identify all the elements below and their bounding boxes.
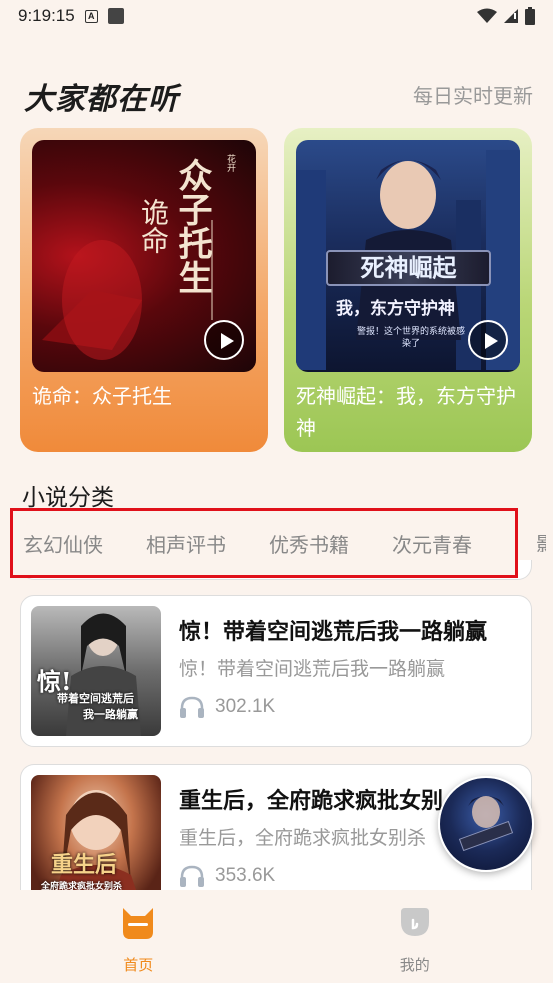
cover-small-text: 花开 xyxy=(225,154,235,172)
profile-icon xyxy=(400,908,429,936)
section-subtitle: 每日实时更新 xyxy=(413,84,533,108)
bottom-nav: 首页 我的 xyxy=(0,890,553,983)
book-cover: 重生后 全府跪求疯批女别杀 xyxy=(31,775,161,904)
category-tab[interactable]: 玄幻仙侠 xyxy=(23,529,146,558)
play-count-value: 353.6K xyxy=(215,865,276,886)
cover-line2-text: 我一路躺赢 xyxy=(83,708,138,721)
featured-title: 死神崛起：我，东方守护神 xyxy=(296,384,516,440)
category-tab[interactable]: 相声评书 xyxy=(146,529,269,558)
nav-home-label: 首页 xyxy=(123,956,154,974)
status-bar: 9:19:15 A xyxy=(0,0,553,32)
play-count-value: 302.1K xyxy=(215,696,276,717)
cover-tiny-text: 警报！这个世界的系统被感染了 xyxy=(356,327,465,349)
nav-mine[interactable]: 我的 xyxy=(277,890,553,983)
signal-icon xyxy=(504,9,518,23)
notification-square-icon xyxy=(107,8,124,24)
featured-card[interactable]: 众子托生 诡命 花开 诡命：众子托生 xyxy=(20,128,268,452)
category-tab-overflow[interactable]: 影 xyxy=(536,528,546,552)
book-cover: 死神崛起 我，东方守护神 警报！这个世界的系统被感染了 xyxy=(296,140,520,372)
book-subtitle: 重生后，全府跪求疯批女别杀 xyxy=(179,827,427,849)
book-title: 重生后，全府跪求疯批女别 xyxy=(179,789,444,814)
headphones-icon xyxy=(180,865,204,887)
play-button[interactable] xyxy=(468,320,508,360)
book-cover: 惊! 带着空间逃荒后 我一路躺赢 xyxy=(31,606,161,736)
book-title: 惊！带着空间逃荒后我一路躺赢 xyxy=(179,620,488,645)
nav-mine-label: 我的 xyxy=(399,956,430,974)
cover-banner: 死神崛起 xyxy=(326,250,491,286)
category-tab[interactable]: 次元青春 xyxy=(392,529,515,558)
cover-title-main: 众子托生 xyxy=(172,158,212,294)
notification-a-icon: A xyxy=(84,9,98,23)
featured-card[interactable]: 死神崛起 我，东方守护神 警报！这个世界的系统被感染了 死神崛起：我，东方守护神 xyxy=(284,128,532,452)
battery-icon xyxy=(525,7,535,25)
category-heading: 小说分类 xyxy=(22,485,114,511)
cover-line-text: 带着空间逃荒后 xyxy=(57,692,134,705)
book-list-item[interactable]: 惊! 带着空间逃荒后 我一路躺赢 惊！带着空间逃荒后我一路躺赢 惊！带着空间逃荒… xyxy=(20,595,532,747)
cover-big-text: 重生后 xyxy=(51,852,118,878)
wifi-icon xyxy=(477,8,497,23)
featured-title: 诡命：众子托生 xyxy=(32,384,172,408)
status-time: 9:19:15 xyxy=(18,6,75,25)
play-count: 353.6K xyxy=(179,865,275,887)
headphones-icon xyxy=(180,696,204,718)
section-title: 大家都在听 xyxy=(24,82,179,117)
play-count: 302.1K xyxy=(179,696,275,718)
home-cat-icon xyxy=(123,908,154,939)
book-cover: 众子托生 诡命 花开 xyxy=(32,140,256,372)
book-subtitle: 惊！带着空间逃荒后我一路躺赢 xyxy=(179,658,446,680)
cover-subtitle: 我，东方守护神 xyxy=(336,299,455,319)
category-tabs: 玄幻仙侠 相声评书 优秀书籍 次元青春 xyxy=(10,508,518,578)
category-tab[interactable]: 优秀书籍 xyxy=(269,529,392,558)
floating-player[interactable] xyxy=(438,776,534,872)
play-button[interactable] xyxy=(204,320,244,360)
player-cover-art xyxy=(458,796,514,852)
cover-title-side: 诡命 xyxy=(137,198,170,254)
nav-home[interactable]: 首页 xyxy=(0,890,277,983)
